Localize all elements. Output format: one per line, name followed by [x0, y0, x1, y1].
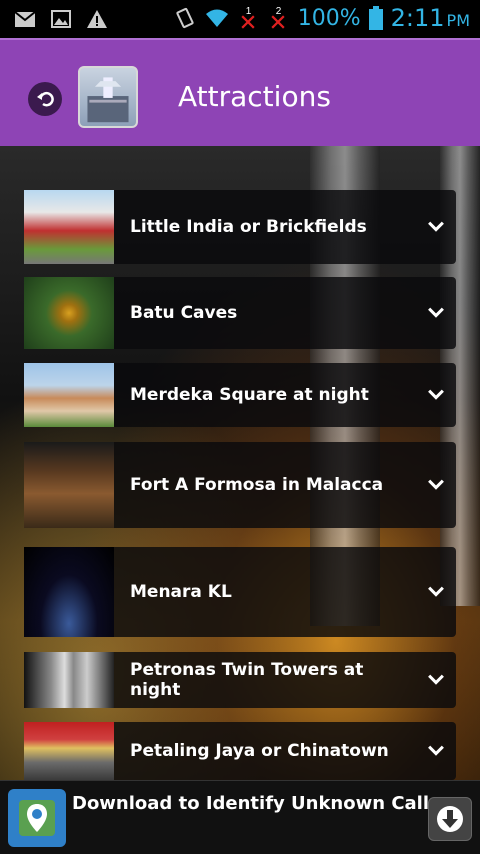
chevron-down-icon[interactable]: [416, 389, 456, 401]
page-title: Attractions: [178, 80, 331, 113]
list-item[interactable]: Petaling Jaya or Chinatown: [24, 722, 456, 780]
warning-icon: [87, 10, 107, 28]
chinatown-photo: [24, 722, 114, 780]
list-item-label: Fort A Formosa in Malacca: [130, 475, 384, 495]
battery-icon: [368, 6, 383, 30]
list-item[interactable]: Merdeka Square at night: [24, 363, 456, 427]
attractions-list: Little India or Brickfields Batu Caves M…: [24, 146, 456, 780]
little-india-photo: [24, 190, 114, 264]
list-item-label: Little India or Brickfields: [130, 217, 367, 237]
chevron-down-icon[interactable]: [416, 674, 456, 686]
map-pin-icon: [8, 789, 66, 847]
app-header: Attractions: [0, 38, 480, 146]
wifi-icon: [205, 9, 228, 27]
clock-ampm: PM: [446, 11, 470, 30]
fort-formosa-photo: [24, 442, 114, 528]
back-button[interactable]: [28, 82, 62, 116]
list-item-label: Petaling Jaya or Chinatown: [130, 741, 389, 761]
menara-kl-photo: [24, 547, 114, 637]
signal-off-icon: [241, 15, 255, 29]
header-thumbnail: [78, 66, 138, 128]
battery-percent: 100%: [297, 5, 361, 31]
image-icon: [51, 10, 71, 28]
list-item[interactable]: Little India or Brickfields: [24, 190, 456, 264]
signal-off-icon: [271, 15, 285, 29]
list-item-label: Menara KL: [130, 582, 232, 602]
list-item-label: Petronas Twin Towers at night: [130, 660, 364, 700]
gmail-icon: [14, 11, 36, 27]
list-item-label: Batu Caves: [130, 303, 238, 323]
clock: 2:11 PM: [391, 4, 470, 32]
merdeka-square-photo: [24, 363, 114, 427]
vibrate-icon: [176, 7, 194, 29]
chevron-down-icon[interactable]: [416, 221, 456, 233]
system-icons: 1 2 100% 2:11 PM: [174, 4, 470, 32]
list-item[interactable]: Fort A Formosa in Malacca: [24, 442, 456, 528]
list-item[interactable]: Batu Caves: [24, 277, 456, 349]
chevron-down-icon[interactable]: [416, 745, 456, 757]
ad-text: Download to Identify Unknown Caller: [72, 793, 451, 814]
back-arrow-icon: [37, 91, 54, 107]
chevron-down-icon[interactable]: [416, 586, 456, 598]
list-item[interactable]: Menara KL: [24, 547, 456, 637]
batu-caves-photo: [24, 277, 114, 349]
sim1-signal: 1: [238, 6, 260, 30]
notification-icons: [14, 8, 108, 30]
list-item[interactable]: Petronas Twin Towers at night: [24, 652, 456, 708]
clock-time: 2:11: [390, 4, 445, 32]
list-item-label: Merdeka Square at night: [130, 385, 369, 405]
chevron-down-icon[interactable]: [416, 479, 456, 491]
chevron-down-icon[interactable]: [416, 307, 456, 319]
status-bar: 1 2 100% 2:11 PM: [0, 0, 480, 38]
download-icon[interactable]: [428, 797, 472, 841]
petronas-towers-photo: [24, 652, 114, 708]
building-icon: [87, 77, 129, 123]
sim2-signal: 2: [268, 6, 290, 30]
ad-banner[interactable]: Download to Identify Unknown Caller: [0, 780, 480, 854]
